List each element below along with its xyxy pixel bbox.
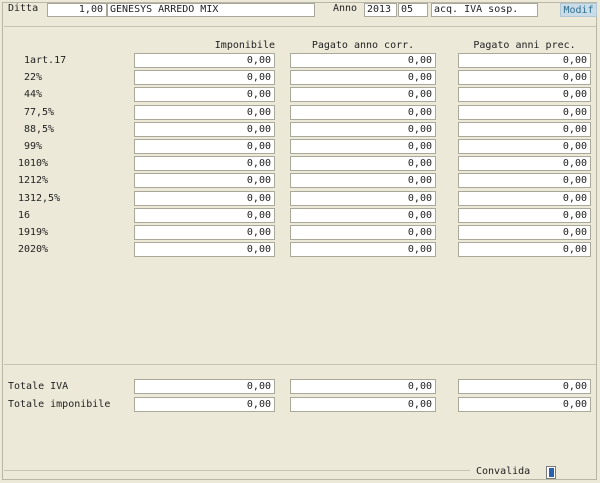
row-code: 1 xyxy=(23,55,30,66)
pagato-corr-field[interactable]: 0,00 xyxy=(290,173,436,188)
imponibile-field[interactable]: 0,00 xyxy=(134,173,275,188)
pagato-corr-field[interactable]: 0,00 xyxy=(290,53,436,68)
row-desc: 19% xyxy=(30,227,49,238)
col-header-imponibile: Imponibile xyxy=(214,40,275,51)
imponibile-field[interactable]: 0,00 xyxy=(134,242,275,257)
row-code: 16 xyxy=(17,210,30,221)
ditta-code-field[interactable]: 1,00 xyxy=(47,3,107,17)
pagato-corr-field[interactable]: 0,00 xyxy=(290,87,436,102)
pagato-prec-field[interactable]: 0,00 xyxy=(458,87,591,102)
imponibile-field[interactable]: 0,00 xyxy=(134,208,275,223)
total-imponibile-field[interactable]: 0,00 xyxy=(134,397,275,412)
row-code: 12 xyxy=(17,175,30,186)
header-separator xyxy=(4,26,596,27)
pagato-corr-field[interactable]: 0,00 xyxy=(290,225,436,240)
period-field[interactable]: 05 xyxy=(398,3,428,17)
row-desc: art.17 xyxy=(30,55,67,66)
row-desc: 9% xyxy=(30,141,43,152)
imponibile-field[interactable]: 0,00 xyxy=(134,139,275,154)
pagato-prec-field[interactable]: 0,00 xyxy=(458,53,591,68)
imponibile-field[interactable]: 0,00 xyxy=(134,70,275,85)
description-field[interactable]: acq. IVA sosp. xyxy=(431,3,538,17)
anno-field[interactable]: 2013 xyxy=(364,3,397,17)
pagato-corr-field[interactable]: 0,00 xyxy=(290,156,436,171)
row-desc: 8,5% xyxy=(30,124,55,135)
imponibile-field[interactable]: 0,00 xyxy=(134,122,275,137)
total-pagato-corr-field[interactable]: 0,00 xyxy=(290,397,436,412)
total-label: Totale IVA xyxy=(8,381,69,392)
pagato-prec-field[interactable]: 0,00 xyxy=(458,70,591,85)
row-code: 10 xyxy=(17,158,30,169)
row-desc: 4% xyxy=(30,89,43,100)
row-code: 2 xyxy=(23,72,30,83)
total-imponibile-field[interactable]: 0,00 xyxy=(134,379,275,394)
row-desc: 10% xyxy=(30,158,49,169)
pagato-prec-field[interactable]: 0,00 xyxy=(458,105,591,120)
ditta-name-field[interactable]: GENESYS ARREDO MIX xyxy=(107,3,315,17)
col-header-pagato-prec: Pagato anni prec. xyxy=(473,40,576,51)
pagato-corr-field[interactable]: 0,00 xyxy=(290,208,436,223)
imponibile-field[interactable]: 0,00 xyxy=(134,53,275,68)
col-header-pagato-corr: Pagato anno corr. xyxy=(311,40,415,51)
footer-line xyxy=(4,470,470,471)
row-desc: 20% xyxy=(30,244,49,255)
row-desc: 2% xyxy=(30,72,43,83)
imponibile-field[interactable]: 0,00 xyxy=(134,156,275,171)
row-desc: 12% xyxy=(30,175,49,186)
total-label: Totale imponibile xyxy=(8,399,111,410)
pagato-corr-field[interactable]: 0,00 xyxy=(290,122,436,137)
convalida-label: Convalida xyxy=(476,466,531,477)
pagato-prec-field[interactable]: 0,00 xyxy=(458,191,591,206)
row-code: 9 xyxy=(23,141,30,152)
row-desc: 12,5% xyxy=(30,193,61,204)
row-code: 7 xyxy=(23,107,30,118)
pagato-prec-field[interactable]: 0,00 xyxy=(458,173,591,188)
pagato-prec-field[interactable]: 0,00 xyxy=(458,156,591,171)
row-desc: 7,5% xyxy=(30,107,55,118)
pagato-corr-field[interactable]: 0,00 xyxy=(290,191,436,206)
pagato-corr-field[interactable]: 0,00 xyxy=(290,139,436,154)
imponibile-field[interactable]: 0,00 xyxy=(134,105,275,120)
row-code: 8 xyxy=(23,124,30,135)
imponibile-field[interactable]: 0,00 xyxy=(134,191,275,206)
pagato-prec-field[interactable]: 0,00 xyxy=(458,242,591,257)
pagato-corr-field[interactable]: 0,00 xyxy=(290,105,436,120)
row-code: 13 xyxy=(17,193,30,204)
pagato-prec-field[interactable]: 0,00 xyxy=(458,208,591,223)
modif-button[interactable]: Modif xyxy=(560,3,597,17)
row-code: 20 xyxy=(17,244,30,255)
ditta-label: Ditta xyxy=(8,3,39,14)
total-pagato-prec-field[interactable]: 0,00 xyxy=(458,397,591,412)
total-pagato-prec-field[interactable]: 0,00 xyxy=(458,379,591,394)
pagato-prec-field[interactable]: 0,00 xyxy=(458,225,591,240)
imponibile-field[interactable]: 0,00 xyxy=(134,225,275,240)
total-pagato-corr-field[interactable]: 0,00 xyxy=(290,379,436,394)
pagato-corr-field[interactable]: 0,00 xyxy=(290,70,436,85)
convalida-checkbox[interactable] xyxy=(546,466,556,479)
anno-label: Anno xyxy=(333,3,358,14)
imponibile-field[interactable]: 0,00 xyxy=(134,87,275,102)
pagato-corr-field[interactable]: 0,00 xyxy=(290,242,436,257)
row-code: 19 xyxy=(17,227,30,238)
pagato-prec-field[interactable]: 0,00 xyxy=(458,139,591,154)
pagato-prec-field[interactable]: 0,00 xyxy=(458,122,591,137)
totals-separator xyxy=(4,364,596,365)
row-code: 4 xyxy=(23,89,30,100)
